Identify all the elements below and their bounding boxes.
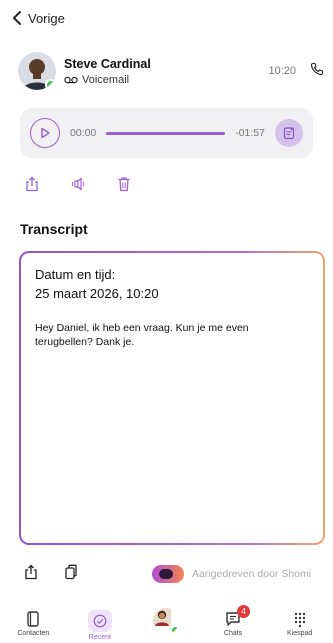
powered-by-label: Aangedreven door Shomi	[192, 568, 312, 580]
tab-chats[interactable]: 4 Chats	[205, 605, 261, 637]
remaining-time: -01:57	[235, 127, 265, 139]
trash-icon	[118, 177, 130, 192]
keypad-icon	[294, 612, 305, 628]
delete-button[interactable]	[116, 176, 132, 197]
speaker-button[interactable]	[70, 176, 86, 197]
transcript-date-label: Datum en tijd:	[35, 267, 116, 282]
presence-indicator	[45, 79, 56, 90]
voicemail-player: 00:00 -01:57	[20, 108, 313, 158]
play-button[interactable]	[30, 118, 60, 148]
phone-icon	[310, 62, 324, 75]
copy-icon	[65, 564, 77, 579]
speaker-icon	[71, 177, 85, 191]
transcript-actions: Aangedreven door Shomi	[24, 564, 324, 584]
tab-label-recent: Recent	[88, 634, 111, 641]
tab-label-chats: Chats	[223, 630, 243, 637]
tab-kiespad[interactable]: Kiespad	[272, 610, 328, 637]
transcript-title: Transcript	[20, 221, 88, 237]
transcript-box: Datum en tijd: 25 maart 2026, 10:20 Hey …	[19, 251, 325, 545]
call-time: 10:20	[268, 65, 296, 77]
top-bar: Vorige	[0, 0, 333, 36]
voicemail-actions	[24, 176, 132, 197]
call-back-button[interactable]	[310, 62, 324, 81]
presence-indicator	[171, 626, 180, 634]
back-label: Vorige	[28, 10, 65, 26]
transcript-content[interactable]: Datum en tijd: 25 maart 2026, 10:20 Hey …	[21, 253, 323, 543]
contact-type: Voicemail	[64, 74, 268, 86]
transcript-text: Hey Daniel, ik heb een vraag. Kun je me …	[35, 322, 249, 349]
contact-header: Steve Cardinal Voicemail 10:20	[18, 50, 324, 92]
profile-avatar	[153, 608, 180, 634]
transcript-icon	[283, 127, 295, 140]
contact-name: Steve Cardinal	[64, 56, 151, 71]
current-time: 00:00	[70, 127, 97, 139]
contact-type-label: Voicemail	[82, 73, 130, 86]
transcript-date: 25 maart 2026, 10:20	[35, 286, 159, 301]
shomi-logo	[152, 565, 184, 583]
tab-label-kiespad: Kiespad	[287, 630, 313, 637]
recent-icon	[93, 614, 107, 628]
share-transcript-button[interactable]	[24, 564, 38, 585]
tab-bar: Contacten Recent 4 Chats Kiespad	[0, 600, 333, 643]
share-button[interactable]	[24, 176, 40, 197]
tab-contacten[interactable]: Contacten	[5, 610, 61, 637]
play-icon	[41, 127, 50, 139]
tab-label-contacten: Contacten	[17, 630, 50, 637]
avatar[interactable]	[18, 52, 56, 90]
chevron-left-icon	[13, 11, 21, 25]
copy-transcript-button[interactable]	[64, 564, 78, 585]
transcribe-button[interactable]	[275, 119, 303, 147]
contacts-icon	[27, 611, 39, 627]
chats-badge: 4	[237, 605, 251, 618]
tab-recent[interactable]: Recent	[72, 610, 128, 641]
voicemail-icon	[64, 76, 78, 83]
share-icon	[25, 564, 37, 579]
tab-profile[interactable]	[138, 608, 194, 634]
share-icon	[26, 176, 38, 192]
back-button[interactable]: Vorige	[12, 11, 65, 26]
profile-avatar-image	[153, 608, 172, 626]
progress-slider[interactable]	[106, 131, 226, 135]
